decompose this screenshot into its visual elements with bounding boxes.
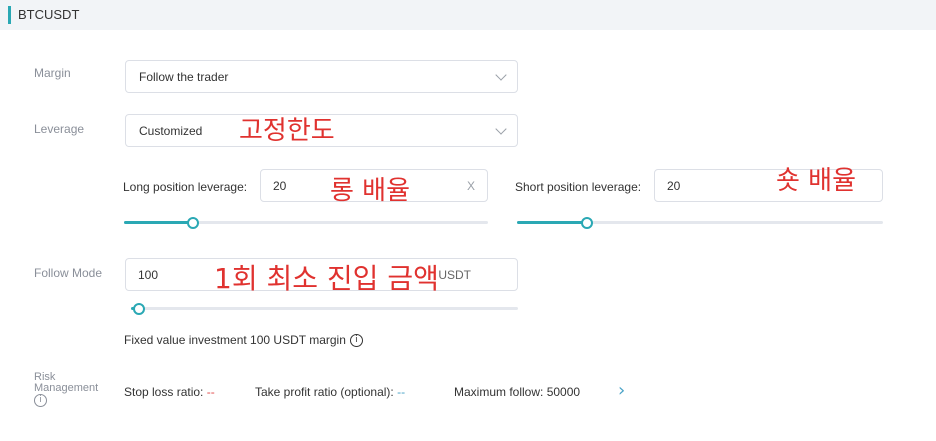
symbol-header: BTCUSDT [0, 0, 936, 30]
follow-amount-slider-handle[interactable] [132, 303, 145, 315]
follow-amount-value: 100 [138, 268, 159, 282]
max-follow-value: 50000 [546, 385, 581, 399]
stop-loss-ratio[interactable]: Stop loss ratio: -- [124, 385, 215, 399]
annotation-long-leverage: 롱 배율 [330, 176, 411, 206]
long-leverage-slider-fill [124, 221, 194, 224]
short-leverage-slider-fill [517, 221, 587, 224]
info-icon[interactable]: i [349, 334, 363, 348]
chevron-down-icon [495, 123, 507, 135]
risk-label-line2: Management [34, 382, 99, 394]
take-profit-ratio[interactable]: Take profit ratio (optional): -- [255, 385, 405, 399]
annotation-fixed-limit: 고정한도 [239, 116, 335, 146]
take-profit-value: -- [397, 385, 406, 399]
annotation-min-entry: 1회 최소 진입 금액 [214, 262, 439, 295]
long-leverage-slider[interactable] [124, 217, 488, 229]
max-follow-label: Maximum follow: [454, 385, 544, 399]
follow-mode-note-text: Fixed value investment 100 USDT margin [124, 333, 346, 347]
take-profit-label: Take profit ratio (optional): [255, 385, 394, 399]
header-accent-bar [8, 6, 11, 24]
long-leverage-value: 20 [273, 179, 287, 193]
short-leverage-label: Short position leverage: [515, 180, 642, 194]
follow-mode-note: Fixed value investment 100 USDT margin i [124, 333, 363, 348]
long-leverage-label: Long position leverage: [123, 180, 248, 194]
maximum-follow[interactable]: Maximum follow: 50000 [454, 385, 580, 399]
long-leverage-slider-handle[interactable] [187, 217, 200, 229]
chevron-down-icon [495, 69, 507, 81]
clear-icon[interactable]: X [467, 179, 475, 193]
margin-label: Margin [34, 66, 71, 80]
stop-loss-label: Stop loss ratio: [124, 385, 204, 399]
follow-amount-slider[interactable] [131, 303, 518, 315]
annotation-short-leverage: 숏 배율 [776, 166, 857, 196]
margin-select-value: Follow the trader [139, 70, 229, 84]
chevron-right-icon[interactable]: › [618, 380, 625, 401]
short-leverage-value: 20 [667, 179, 681, 193]
short-leverage-slider[interactable] [517, 217, 883, 229]
symbol-title: BTCUSDT [18, 7, 80, 22]
leverage-select-value: Customized [139, 124, 203, 138]
margin-select[interactable]: Follow the trader [125, 60, 518, 93]
stop-loss-value: -- [206, 385, 215, 399]
follow-amount-unit: USDT [438, 268, 471, 282]
risk-management-label: Risk Management i [34, 372, 98, 407]
leverage-label: Leverage [34, 122, 85, 136]
info-icon[interactable]: i [34, 394, 47, 407]
follow-mode-label: Follow Mode [34, 266, 103, 280]
short-leverage-slider-handle[interactable] [580, 217, 593, 229]
